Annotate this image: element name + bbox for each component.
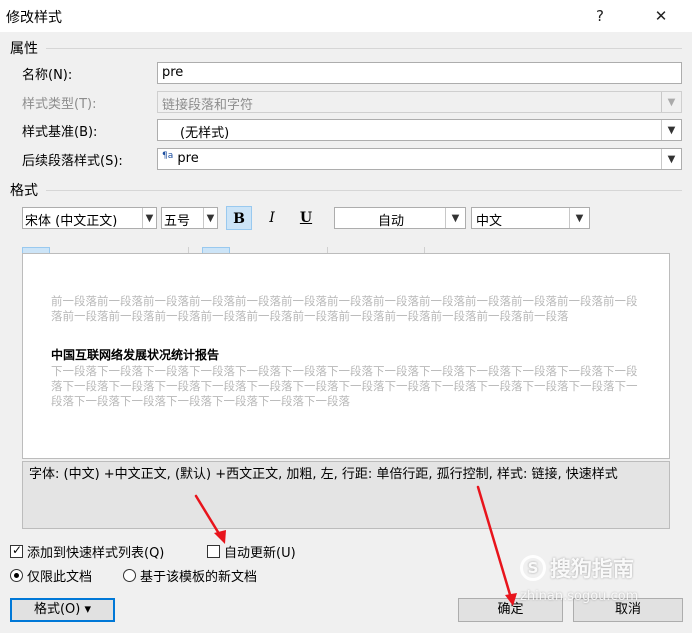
arrow-to-auto-update <box>194 494 223 539</box>
arrow-head-auto-update <box>214 530 226 544</box>
arrow-to-ok <box>476 485 513 600</box>
arrow-head-ok <box>505 593 517 606</box>
annotation-arrows <box>194 485 517 606</box>
